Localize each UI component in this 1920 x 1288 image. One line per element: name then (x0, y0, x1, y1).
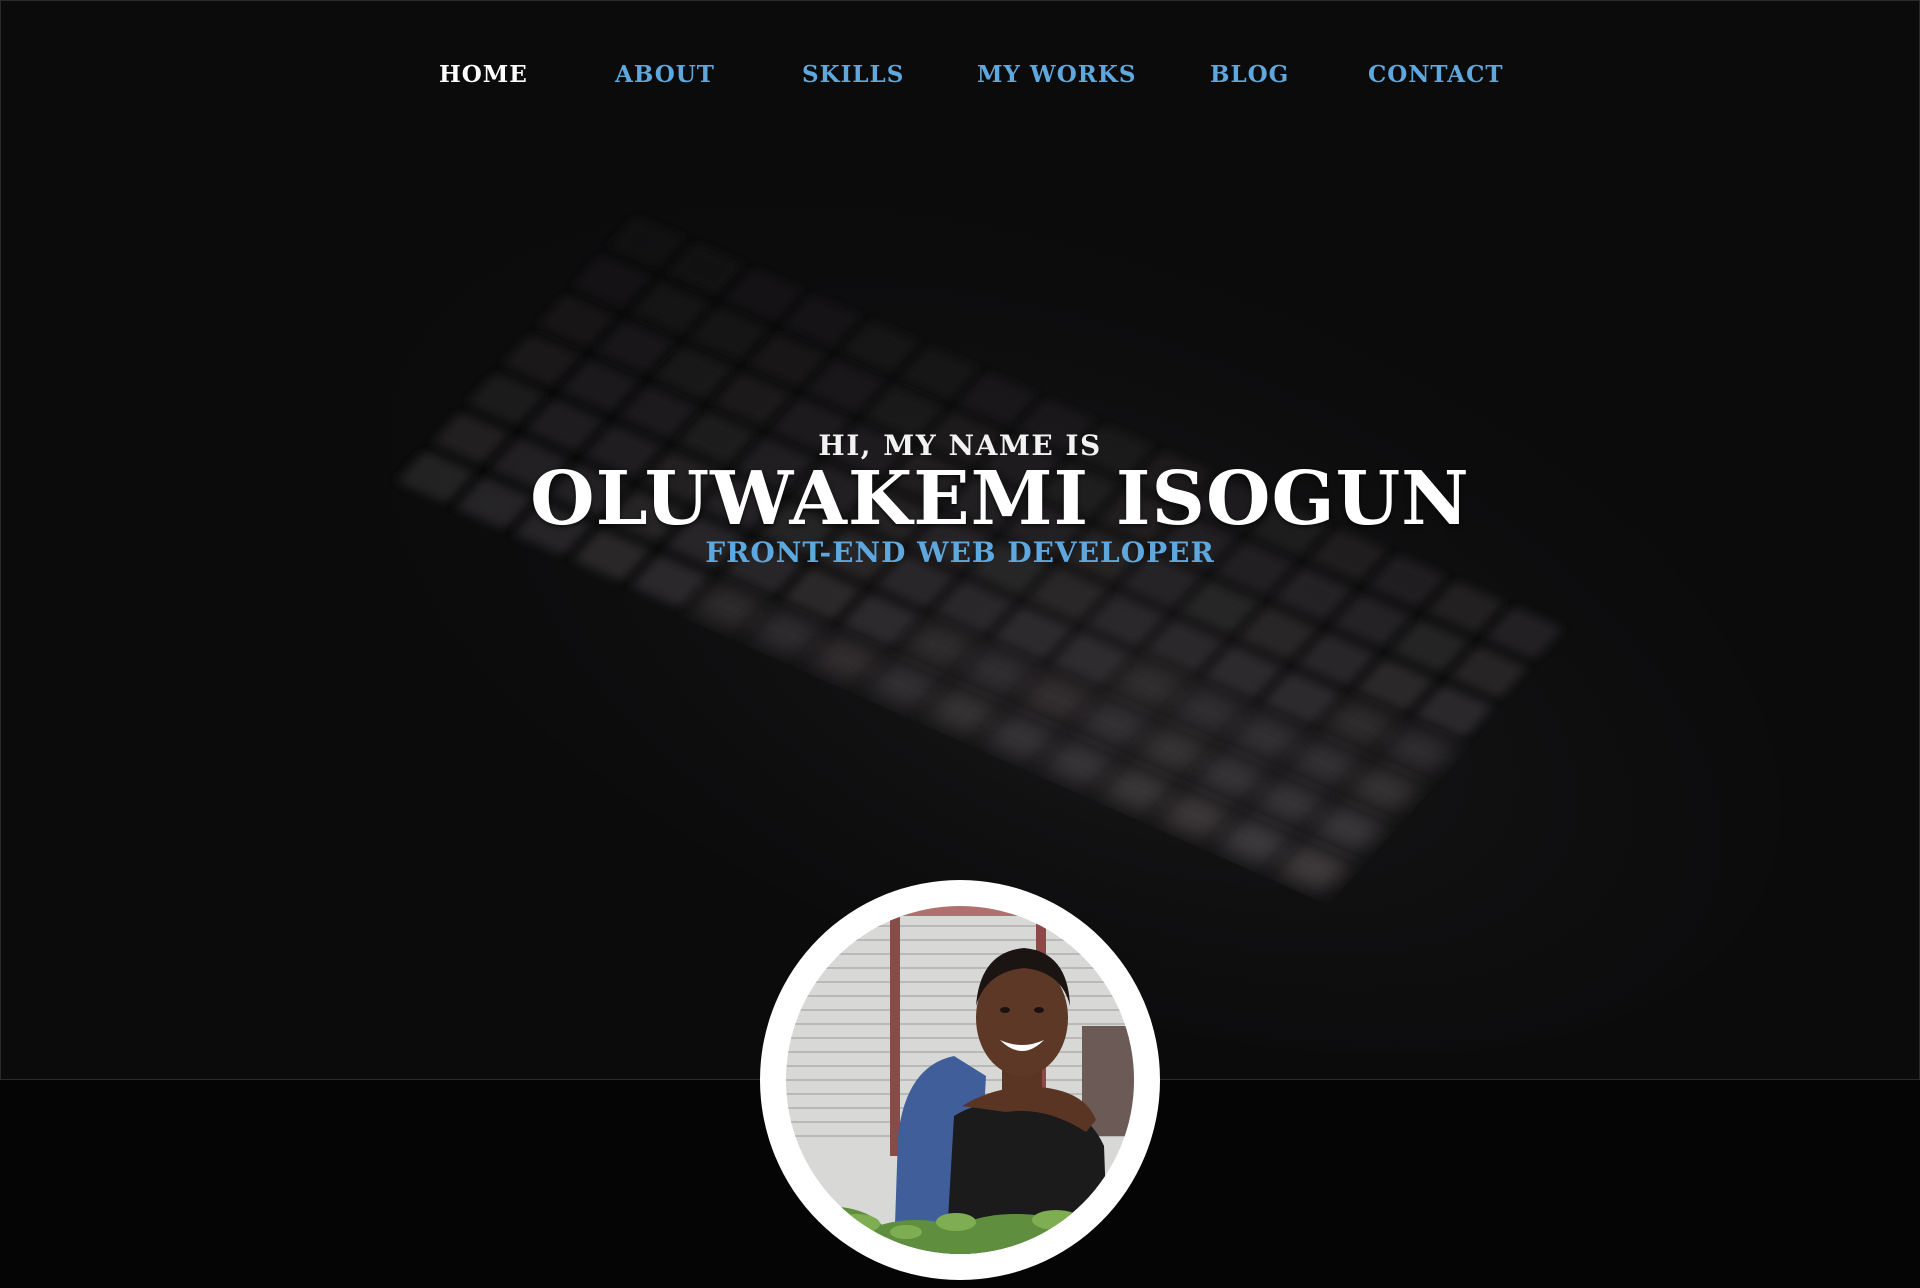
nav-item-my-works[interactable]: MY WORKS (977, 61, 1136, 88)
page: HOME ABOUT SKILLS MY WORKS BLOG CONTACT … (0, 0, 1920, 1288)
profile-photo-frame (760, 880, 1160, 1280)
hero-name: OLUWAKEMI ISOGUN (530, 456, 1470, 542)
profile-photo (786, 906, 1134, 1254)
nav-item-skills[interactable]: SKILLS (802, 61, 904, 88)
hero-role: FRONT-END WEB DEVELOPER (705, 536, 1215, 569)
nav-item-blog[interactable]: BLOG (1210, 61, 1289, 88)
nav-item-contact[interactable]: CONTACT (1368, 61, 1504, 88)
nav-item-about[interactable]: ABOUT (615, 61, 715, 88)
main-nav: HOME ABOUT SKILLS MY WORKS BLOG CONTACT (1, 61, 1919, 97)
nav-item-home[interactable]: HOME (439, 61, 528, 88)
profile-photo-image (786, 906, 1134, 1254)
